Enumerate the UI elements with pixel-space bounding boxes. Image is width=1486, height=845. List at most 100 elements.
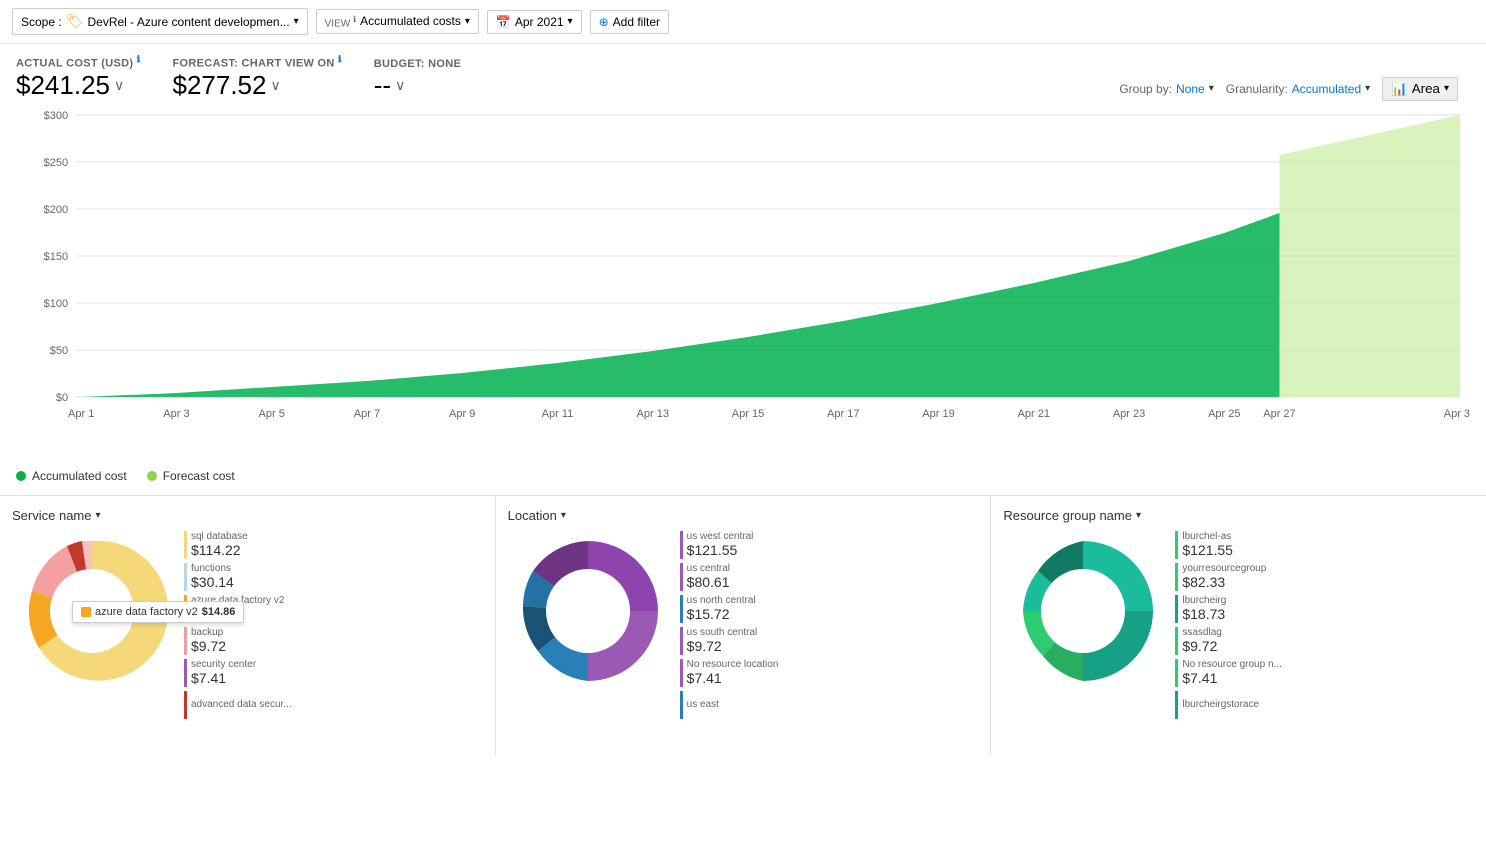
view-button[interactable]: VIEW ℹ Accumulated costs ▾ [316, 9, 479, 34]
granularity-chevron-icon: ▾ [1365, 83, 1370, 94]
chart-controls: Group by: None ▾ Granularity: Accumulate… [1119, 77, 1470, 101]
scope-button[interactable]: Scope : 🏷 DevRel - Azure content develop… [12, 8, 308, 35]
legend-forecast: Forecast cost [147, 469, 235, 483]
loc-name-3: us south central [687, 627, 758, 638]
loc-name-0: us west central [687, 531, 754, 542]
service-entry-0: sql database $114.22 [184, 531, 483, 559]
location-donut-svg [508, 531, 668, 691]
service-name-panel: Service name ▾ [0, 496, 496, 755]
loc-amt-3: $9.72 [687, 638, 758, 654]
service-bar-5 [184, 691, 187, 719]
add-filter-button[interactable]: ⊕ Add filter [590, 10, 669, 34]
forecast-cost-chevron-icon[interactable]: ∨ [270, 77, 280, 94]
view-value: Accumulated costs [360, 14, 461, 28]
res-amt-0: $121.55 [1182, 542, 1233, 558]
loc-bar-2 [680, 595, 683, 623]
service-name-header[interactable]: Service name ▾ [12, 508, 483, 523]
service-name-4: security center [191, 659, 256, 670]
loc-name-1: us central [687, 563, 730, 574]
loc-bar-3 [680, 627, 683, 655]
granularity-label: Granularity: [1226, 82, 1288, 96]
res-bar-3 [1175, 627, 1178, 655]
svg-text:Apr 11: Apr 11 [542, 408, 574, 420]
res-bar-2 [1175, 595, 1178, 623]
resource-legend: lburchel-as $121.55 yourresourcegroup $8… [1175, 531, 1474, 719]
view-label: VIEW ℹ [325, 14, 357, 29]
service-amt-4: $7.41 [191, 670, 256, 686]
res-bar-1 [1175, 563, 1178, 591]
service-entry-5: advanced data secur... [184, 691, 483, 719]
loc-name-2: us north central [687, 595, 756, 606]
service-bar-3 [184, 627, 187, 655]
granularity-control[interactable]: Granularity: Accumulated ▾ [1226, 82, 1370, 96]
service-name-title: Service name [12, 508, 91, 523]
service-name-1: functions [191, 563, 234, 574]
chart-type-icon: 📊 [1391, 81, 1408, 97]
location-entry-4: No resource location $7.41 [680, 659, 979, 687]
svg-text:Apr 27: Apr 27 [1263, 408, 1295, 420]
location-entry-0: us west central $121.55 [680, 531, 979, 559]
res-name-2: lburcheirg [1182, 595, 1226, 606]
res-name-3: ssasdlag [1182, 627, 1221, 638]
budget-block: BUDGET: NONE -- ∨ [374, 58, 461, 101]
res-name-0: lburchel-as [1182, 531, 1233, 542]
calendar-icon: 📅 [496, 15, 511, 29]
service-name-5: advanced data secur... [191, 699, 292, 710]
svg-text:$0: $0 [56, 392, 68, 404]
service-amt-3: $9.72 [191, 638, 226, 654]
legend-accumulated-label: Accumulated cost [32, 469, 127, 483]
res-amt-4: $7.41 [1182, 670, 1282, 686]
service-entry-4: security center $7.41 [184, 659, 483, 687]
date-button[interactable]: 📅 Apr 2021 ▾ [487, 10, 582, 34]
service-tooltip: azure data factory v2 $14.86 [72, 601, 244, 623]
res-bar-0 [1175, 531, 1178, 559]
tooltip-name: azure data factory v2 [95, 606, 198, 618]
scope-name: DevRel - Azure content developmen... [87, 15, 289, 29]
svg-text:Apr 17: Apr 17 [827, 408, 859, 420]
service-bar-4 [184, 659, 187, 687]
actual-cost-chevron-icon[interactable]: ∨ [114, 77, 124, 94]
actual-cost-block: ACTUAL COST (USD) ℹ $241.25 ∨ [16, 54, 140, 101]
location-header[interactable]: Location ▾ [508, 508, 979, 523]
res-amt-3: $9.72 [1182, 638, 1221, 654]
resource-group-header[interactable]: Resource group name ▾ [1003, 508, 1474, 523]
groupby-control[interactable]: Group by: None ▾ [1119, 82, 1213, 96]
svg-text:Apr 19: Apr 19 [922, 408, 954, 420]
chart-type-chevron-icon: ▾ [1444, 83, 1449, 94]
groupby-label: Group by: [1119, 82, 1172, 96]
filter-icon: ⊕ [599, 15, 609, 29]
loc-amt-1: $80.61 [687, 574, 730, 590]
groupby-value: None [1176, 82, 1205, 96]
chart-type-button[interactable]: 📊 Area ▾ [1382, 77, 1458, 101]
svg-text:Apr 30: Apr 30 [1444, 408, 1470, 420]
tooltip-color-swatch [81, 607, 91, 617]
forecast-dot [147, 471, 157, 481]
loc-amt-4: $7.41 [687, 670, 779, 686]
resource-entry-5: lburcheirgstorace [1175, 691, 1474, 719]
location-chevron-icon: ▾ [561, 510, 566, 521]
svg-text:$50: $50 [50, 345, 68, 357]
scope-prefix: Scope : [21, 15, 62, 29]
resource-panel-content: lburchel-as $121.55 yourresourcegroup $8… [1003, 531, 1474, 719]
res-bar-4 [1175, 659, 1178, 687]
location-entry-3: us south central $9.72 [680, 627, 979, 655]
service-entry-1: functions $30.14 [184, 563, 483, 591]
legend-accumulated: Accumulated cost [16, 469, 127, 483]
date-chevron-icon: ▾ [568, 16, 573, 27]
loc-name-5: us east [687, 699, 719, 710]
budget-label: BUDGET: NONE [374, 58, 461, 70]
loc-bar-4 [680, 659, 683, 687]
svg-text:Apr 1: Apr 1 [68, 408, 94, 420]
service-name-0: sql database [191, 531, 248, 542]
loc-name-4: No resource location [687, 659, 779, 670]
budget-chevron-icon[interactable]: ∨ [395, 77, 405, 94]
location-title: Location [508, 508, 557, 523]
svg-text:Apr 13: Apr 13 [637, 408, 669, 420]
res-amt-1: $82.33 [1182, 574, 1266, 590]
loc-bar-1 [680, 563, 683, 591]
forecast-cost-label: FORECAST: CHART VIEW ON ℹ [172, 54, 341, 70]
svg-text:Apr 3: Apr 3 [163, 408, 189, 420]
resource-entry-1: yourresourcegroup $82.33 [1175, 563, 1474, 591]
legend-forecast-label: Forecast cost [163, 469, 235, 483]
scope-icon: 🏷 [66, 13, 84, 30]
